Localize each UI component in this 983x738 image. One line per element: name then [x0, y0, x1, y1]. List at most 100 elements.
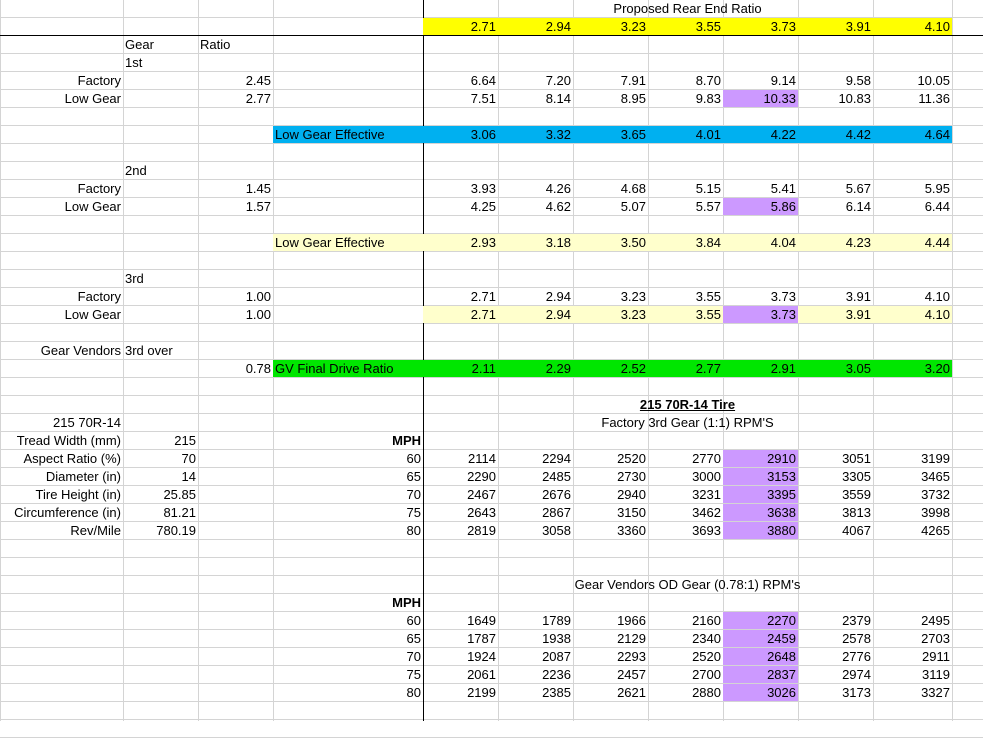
low-value-cell[interactable]: 11.36 [873, 90, 952, 108]
effective-value-cell[interactable]: 4.23 [798, 234, 873, 252]
rpm-factory-cell[interactable]: 3462 [648, 504, 723, 522]
rpm-gv-cell[interactable]: 2621 [573, 684, 648, 702]
gv-value-cell[interactable]: 2.29 [498, 360, 573, 378]
spreadsheet[interactable]: Proposed Rear End Ratio 2.71 2.94 3.23 3.55 3… [0, 0, 983, 738]
ratio-label[interactable]: Ratio [198, 36, 273, 54]
low-value-cell[interactable]: 5.07 [573, 198, 648, 216]
rpm-factory-cell[interactable]: 2867 [498, 504, 573, 522]
gv-value-cell[interactable]: 2.77 [648, 360, 723, 378]
rpm-factory-cell[interactable]: 3051 [798, 450, 873, 468]
ratio-header-cell[interactable]: 3.91 [798, 18, 873, 36]
rpm-factory-cell[interactable]: 3231 [648, 486, 723, 504]
tire-spec-label[interactable]: Diameter (in) [0, 468, 123, 486]
effective-value-cell[interactable]: 4.04 [723, 234, 798, 252]
rpm-gv-cell[interactable]: 2520 [648, 648, 723, 666]
effective-value-cell[interactable]: 3.65 [573, 126, 648, 144]
tire-spec-value[interactable]: 81.21 [123, 504, 198, 522]
mph-value-cell[interactable]: 75 [273, 504, 423, 522]
tire-spec-label[interactable]: Aspect Ratio (%) [0, 450, 123, 468]
factory-value-cell[interactable]: 4.10 [873, 288, 952, 306]
rpm-gv-cell[interactable]: 2129 [573, 630, 648, 648]
rpm-gv-cell[interactable]: 1789 [498, 612, 573, 630]
factory-value-cell[interactable]: 2.71 [423, 288, 498, 306]
gv-value-cell[interactable]: 3.05 [798, 360, 873, 378]
effective-value-cell[interactable]: 3.32 [498, 126, 573, 144]
factory-value-cell[interactable]: 10.05 [873, 72, 952, 90]
factory-label[interactable]: Factory [0, 288, 123, 306]
low-value-cell[interactable]: 5.57 [648, 198, 723, 216]
ratio-header-cell[interactable]: 3.23 [573, 18, 648, 36]
factory-value-cell[interactable]: 9.58 [798, 72, 873, 90]
rpm-factory-cell[interactable]: 4265 [873, 522, 952, 540]
rpm-factory-cell[interactable]: 3638 [723, 504, 798, 522]
low-ratio-cell[interactable]: 1.00 [198, 306, 273, 324]
low-ratio-cell[interactable]: 1.57 [198, 198, 273, 216]
rpm-factory-cell[interactable]: 3732 [873, 486, 952, 504]
rpm-gv-cell[interactable]: 2974 [798, 666, 873, 684]
factory-value-cell[interactable]: 6.64 [423, 72, 498, 90]
low-value-cell[interactable]: 10.33 [723, 90, 798, 108]
gv-value-cell[interactable]: 2.52 [573, 360, 648, 378]
mph-label-2[interactable]: MPH [273, 594, 423, 612]
factory-value-cell[interactable]: 3.93 [423, 180, 498, 198]
rpm-factory-cell[interactable]: 3465 [873, 468, 952, 486]
low-gear-label[interactable]: Low Gear [0, 306, 123, 324]
mph-value-cell[interactable]: 60 [273, 450, 423, 468]
rpm-gv-cell[interactable]: 2837 [723, 666, 798, 684]
rpm-factory-cell[interactable]: 3199 [873, 450, 952, 468]
rpm-gv-cell[interactable]: 2457 [573, 666, 648, 684]
mph-value-cell[interactable]: 80 [273, 522, 423, 540]
rpm-gv-cell[interactable]: 1649 [423, 612, 498, 630]
ratio-header-cell[interactable]: 3.73 [723, 18, 798, 36]
ratio-header-cell[interactable]: 2.71 [423, 18, 498, 36]
low-value-cell[interactable]: 6.14 [798, 198, 873, 216]
factory-ratio-cell[interactable]: 2.45 [198, 72, 273, 90]
low-value-cell[interactable]: 4.10 [873, 306, 952, 324]
factory-ratio-cell[interactable]: 1.00 [198, 288, 273, 306]
low-gear-effective-label[interactable]: Low Gear Effective [273, 234, 423, 252]
gv-value-cell[interactable]: 2.91 [723, 360, 798, 378]
low-value-cell[interactable]: 6.44 [873, 198, 952, 216]
rpm-factory-cell[interactable]: 2520 [573, 450, 648, 468]
low-value-cell[interactable]: 2.71 [423, 306, 498, 324]
rpm-factory-cell[interactable]: 2770 [648, 450, 723, 468]
rpm-factory-cell[interactable]: 2290 [423, 468, 498, 486]
rpm-gv-cell[interactable]: 1924 [423, 648, 498, 666]
rpm-factory-cell[interactable]: 2294 [498, 450, 573, 468]
rpm-gv-cell[interactable]: 2087 [498, 648, 573, 666]
rpm-factory-cell[interactable]: 3360 [573, 522, 648, 540]
effective-value-cell[interactable]: 4.44 [873, 234, 952, 252]
rpm-gv-cell[interactable]: 1787 [423, 630, 498, 648]
rpm-gv-cell[interactable]: 2340 [648, 630, 723, 648]
low-value-cell[interactable]: 4.25 [423, 198, 498, 216]
mph-value-cell[interactable]: 60 [273, 612, 423, 630]
rpm-gv-cell[interactable]: 2648 [723, 648, 798, 666]
gear-ordinal[interactable]: 2nd [123, 162, 198, 180]
rpm-factory-cell[interactable]: 2819 [423, 522, 498, 540]
effective-value-cell[interactable]: 4.42 [798, 126, 873, 144]
effective-value-cell[interactable]: 3.18 [498, 234, 573, 252]
effective-value-cell[interactable]: 4.64 [873, 126, 952, 144]
mph-value-cell[interactable]: 70 [273, 648, 423, 666]
low-value-cell[interactable]: 3.73 [723, 306, 798, 324]
tire-heading[interactable]: 215 70R-14 Tire [423, 396, 952, 414]
rpm-gv-cell[interactable]: 1938 [498, 630, 573, 648]
factory-value-cell[interactable]: 4.68 [573, 180, 648, 198]
low-value-cell[interactable]: 4.62 [498, 198, 573, 216]
tire-spec-value[interactable]: 25.85 [123, 486, 198, 504]
rpm-gv-cell[interactable]: 2293 [573, 648, 648, 666]
factory-value-cell[interactable]: 7.91 [573, 72, 648, 90]
effective-value-cell[interactable]: 4.01 [648, 126, 723, 144]
rpm-factory-cell[interactable]: 3813 [798, 504, 873, 522]
factory-value-cell[interactable]: 5.67 [798, 180, 873, 198]
rpm-gv-cell[interactable]: 2236 [498, 666, 573, 684]
factory-value-cell[interactable]: 4.26 [498, 180, 573, 198]
rpm-gv-cell[interactable]: 2160 [648, 612, 723, 630]
factory-value-cell[interactable]: 5.95 [873, 180, 952, 198]
factory-label[interactable]: Factory [0, 72, 123, 90]
gear-ordinal[interactable]: 1st [123, 54, 198, 72]
low-value-cell[interactable]: 2.94 [498, 306, 573, 324]
rpm-gv-cell[interactable]: 2199 [423, 684, 498, 702]
rpm-gv-cell[interactable]: 1966 [573, 612, 648, 630]
rpm-gv-cell[interactable]: 2911 [873, 648, 952, 666]
